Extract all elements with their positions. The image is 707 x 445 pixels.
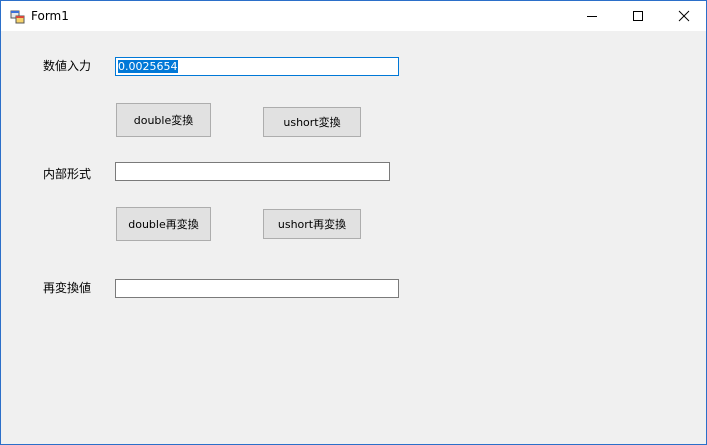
numeric-input-value: 0.0025654 [118,60,178,73]
close-icon [678,10,690,22]
maximize-button[interactable] [615,1,661,31]
ushort-convert-button[interactable]: ushort変換 [263,107,361,137]
close-button[interactable] [661,1,707,31]
reconverted-value-field[interactable] [115,279,399,298]
maximize-icon [633,11,643,21]
minimize-icon [587,16,597,17]
reconverted-value-label: 再変換値 [43,281,92,295]
internal-format-field[interactable] [115,162,390,181]
double-reconvert-button[interactable]: double再変換 [116,207,211,241]
form1-window: Form1 数値入力 0.0025654 double変換 ushort変換 内… [0,0,707,445]
window-title: Form1 [31,9,69,23]
input-label: 数値入力 [43,59,92,73]
title-bar[interactable]: Form1 [1,1,706,31]
internal-format-label: 内部形式 [43,167,92,181]
ushort-reconvert-button[interactable]: ushort再変換 [263,209,361,239]
numeric-input[interactable]: 0.0025654 [115,57,399,76]
app-icon[interactable] [10,9,26,25]
minimize-button[interactable] [569,1,615,31]
double-convert-button[interactable]: double変換 [116,103,211,137]
